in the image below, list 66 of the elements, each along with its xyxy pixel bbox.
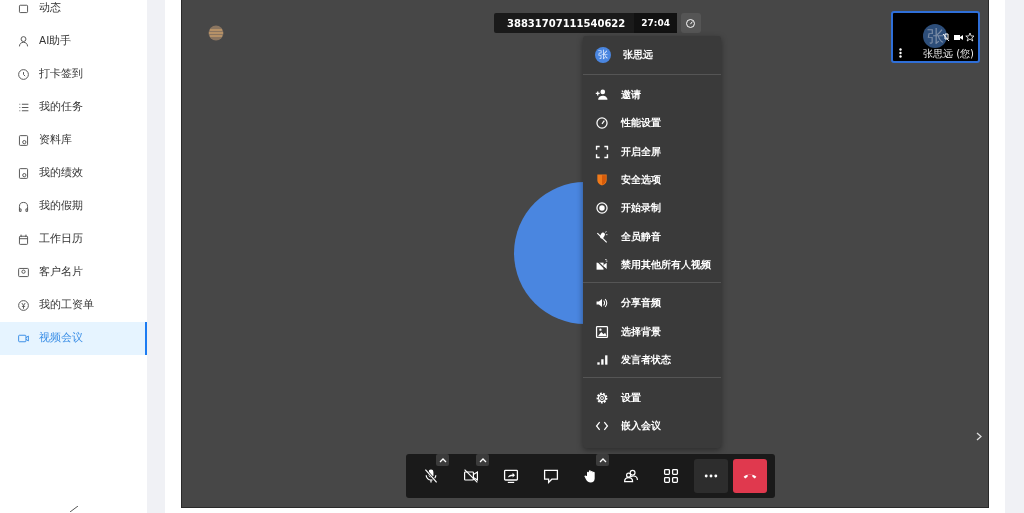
chevron-right-icon[interactable] — [976, 432, 982, 441]
microphone-icon — [423, 468, 439, 484]
menu-item[interactable]: 发言者状态 — [583, 345, 721, 374]
menu-item[interactable]: 开始录制 — [583, 194, 721, 223]
nav-icon — [17, 232, 30, 246]
self-name: 张思远 (您) — [923, 47, 974, 61]
sidebar-item[interactable]: 我的绩效 — [0, 156, 147, 190]
grid-icon — [663, 468, 679, 484]
fullscreen-icon — [595, 144, 609, 159]
menu-item[interactable]: 嵌入会议 — [583, 412, 721, 441]
chat-icon — [543, 468, 559, 484]
status-icons — [942, 33, 974, 42]
nav-icon — [17, 34, 30, 48]
menu-item[interactable]: 安全选项 — [583, 165, 721, 195]
bars-icon — [595, 352, 609, 367]
people-icon — [623, 468, 639, 484]
gauge-icon — [685, 17, 697, 29]
caret-button[interactable] — [436, 454, 449, 466]
settings-icon — [595, 391, 609, 406]
nav-icon — [17, 298, 30, 312]
menu-item[interactable]: 性能设置 — [583, 109, 721, 138]
caret-icon — [438, 457, 447, 463]
nav-icon — [17, 199, 30, 213]
menu-item[interactable]: 选择背景 — [583, 317, 721, 346]
menu-item[interactable]: 邀请 — [583, 81, 721, 110]
caret-button[interactable] — [476, 454, 489, 466]
sidebar-item[interactable]: 打卡签到 — [0, 57, 147, 91]
kebab-icon[interactable] — [899, 48, 902, 58]
caret-icon — [478, 457, 487, 463]
nav-icon — [17, 133, 30, 147]
nav-icon — [17, 166, 30, 180]
sidebar-item[interactable]: 动态 — [0, 0, 147, 25]
sidebar-item[interactable]: 我的工资单 — [0, 288, 147, 322]
record-icon — [595, 201, 609, 216]
user-name: 张思远 — [623, 48, 653, 62]
menu-item[interactable]: 全员静音 — [583, 222, 721, 251]
meeting-id: 38831707111540622 — [506, 17, 627, 29]
menu-item[interactable]: 设置 — [583, 383, 721, 413]
shield-icon — [595, 173, 609, 188]
menu-item[interactable]: 开启全屏 — [583, 137, 721, 166]
sidebar-item[interactable]: 资料库 — [0, 123, 147, 157]
performance-button[interactable] — [680, 13, 701, 33]
sidebar-item[interactable]: 工作日历 — [0, 222, 147, 256]
screen-share-icon — [503, 468, 519, 484]
sidebar-item[interactable]: 客户名片 — [0, 255, 147, 289]
image-icon — [595, 324, 609, 339]
user-avatar: 张 — [595, 47, 611, 63]
caret-icon — [598, 457, 607, 463]
menu-item[interactable]: 禁用其他所有人视频 — [583, 250, 721, 280]
nav-icon — [17, 67, 30, 81]
muted-microphone-icon — [595, 229, 609, 244]
menu-item[interactable]: 分享音频 — [583, 289, 721, 318]
more-button[interactable] — [694, 459, 728, 493]
sidebar-item[interactable]: 我的假期 — [0, 189, 147, 223]
add-person-icon — [595, 88, 609, 103]
striped-circle-icon — [208, 25, 224, 41]
sidebar-item[interactable]: AI助手 — [0, 24, 147, 58]
gauge-icon — [595, 116, 609, 131]
nav-icon — [17, 265, 30, 279]
collapse-icon[interactable] — [70, 506, 78, 512]
self-avatar: 张 — [923, 24, 947, 48]
camera-icon — [463, 468, 479, 484]
meeting-timer: 27:04 — [634, 13, 677, 33]
sidebar-item[interactable]: 我的任务 — [0, 90, 147, 124]
caret-button[interactable] — [596, 454, 609, 466]
camera-off-icon — [595, 257, 609, 272]
